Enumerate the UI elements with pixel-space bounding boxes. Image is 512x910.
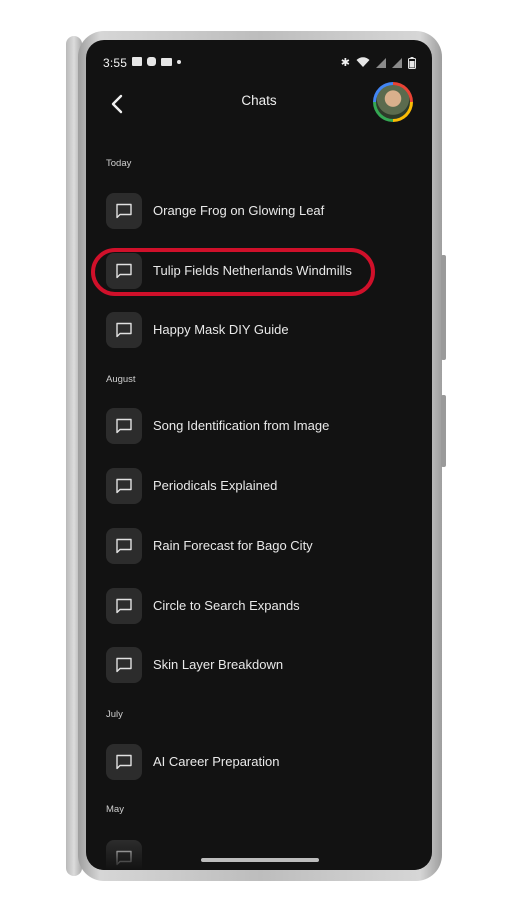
avatar[interactable] [373,82,413,122]
chat-bubble-icon [106,528,142,564]
phone-screen: 3:55 ✱ Chats Today Orange Frog on Glowin… [86,40,432,870]
chat-title: Orange Frog on Glowing Leaf [153,203,325,218]
home-indicator[interactable] [201,858,319,862]
more-notifications-icon [177,59,181,64]
gallery-icon [132,57,142,66]
scroll-fade [86,840,432,870]
chat-item[interactable]: Rain Forecast for Bago City [106,528,406,568]
chat-title: Skin Layer Breakdown [153,657,284,672]
chat-title: Song Identification from Image [153,418,330,433]
chat-title: Happy Mask DIY Guide [153,322,289,337]
bluetooth-icon: ✱ [340,57,350,69]
section-label-today: Today [106,158,132,169]
power-button [441,395,446,467]
chat-bubble-icon [106,468,142,504]
chat-item[interactable]: Orange Frog on Glowing Leaf [106,193,406,233]
chat-title: Rain Forecast for Bago City [153,538,313,553]
chat-item[interactable]: AI Career Preparation [106,744,406,784]
section-label-july: July [106,709,123,720]
chat-bubble-icon [106,408,142,444]
status-bar: 3:55 ✱ [86,54,432,72]
chat-bubble-icon [106,647,142,683]
section-label-may: May [106,804,124,815]
chat-bubble-icon [106,193,142,229]
chat-item-highlighted[interactable]: Tulip Fields Netherlands Windmills [106,253,406,293]
chat-item[interactable]: Circle to Search Expands [106,588,406,628]
slack-icon [147,57,156,66]
keyboard-icon [161,57,172,66]
avatar-photo [376,85,410,119]
system-icons: ✱ [341,56,416,69]
signal-2-icon [392,57,402,68]
chat-item[interactable]: Periodicals Explained [106,468,406,508]
volume-button [441,255,446,360]
chat-item[interactable]: Happy Mask DIY Guide [106,312,406,352]
status-time: 3:55 [103,56,128,70]
chat-bubble-icon [106,312,142,348]
notification-icons [132,57,181,66]
chat-title: Circle to Search Expands [153,598,300,613]
chat-item[interactable]: Song Identification from Image [106,408,406,448]
chat-bubble-icon [106,253,142,289]
chat-title: Periodicals Explained [153,478,278,493]
chat-bubble-icon [106,588,142,624]
chat-title: Tulip Fields Netherlands Windmills [153,263,352,278]
chat-title: AI Career Preparation [153,754,280,769]
section-label-august: August [106,374,136,385]
wifi-icon [356,57,370,67]
battery-icon [408,56,416,69]
chat-bubble-icon [106,744,142,780]
signal-icon [376,57,386,68]
chat-item[interactable]: Skin Layer Breakdown [106,647,406,687]
